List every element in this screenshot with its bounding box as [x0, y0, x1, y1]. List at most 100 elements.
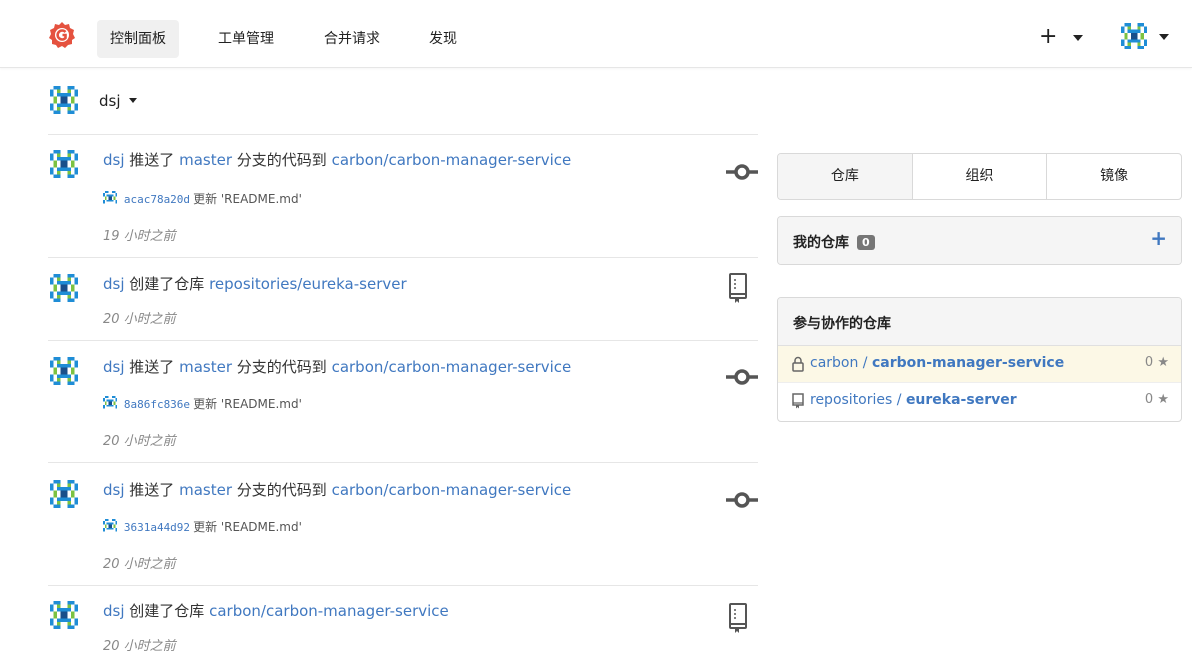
nav-dashboard[interactable]: 控制面板 — [97, 20, 179, 58]
book-icon — [792, 393, 804, 409]
collab-repos-panel: 参与协作的仓库 carbon / carbon-manager-service … — [777, 297, 1182, 422]
feed-item: dsj 推送了 master 分支的代码到 carbon/carbon-mana… — [48, 480, 758, 580]
feed-title: dsj 推送了 master 分支的代码到 carbon/carbon-mana… — [103, 480, 571, 500]
user-avatar-icon[interactable] — [50, 150, 78, 178]
repo-tabs: 仓库 组织 镜像 — [777, 153, 1182, 200]
feed-repo-link[interactable]: repositories/eureka-server — [209, 275, 407, 293]
repo-count-badge: 0 — [857, 235, 875, 250]
feed-commit: acac78a20d 更新 'README.md' — [103, 190, 302, 209]
feed-user-link[interactable]: dsj — [103, 151, 125, 169]
nav-explore[interactable]: 发现 — [416, 20, 470, 58]
star-count-value: 0 — [1144, 392, 1154, 407]
repo-separator: / — [858, 355, 872, 371]
user-avatar-icon — [50, 86, 78, 114]
feed-commit: 8a86fc836e 更新 'README.md' — [103, 395, 302, 414]
feed-item: dsj 创建了仓库 repositories/eureka-server 20 … — [48, 273, 758, 334]
repo-icon — [729, 603, 747, 633]
repo-name-link[interactable]: carbon / carbon-manager-service — [810, 355, 1064, 371]
panel-header: 参与协作的仓库 — [778, 298, 1181, 346]
divider — [48, 134, 758, 135]
tab-organizations[interactable]: 组织 — [911, 154, 1047, 199]
tab-mirrors[interactable]: 镜像 — [1046, 154, 1181, 199]
chevron-down-icon[interactable] — [1073, 35, 1083, 41]
divider — [48, 585, 758, 586]
feed-user-link[interactable]: dsj — [103, 602, 125, 620]
feed-action-mid: 分支的代码到 — [236, 151, 327, 169]
repo-owner: repositories — [810, 392, 893, 408]
feed-title: dsj 创建了仓库 carbon/carbon-manager-service — [103, 601, 449, 621]
star-count-value: 0 — [1144, 355, 1154, 370]
commit-message: 更新 'README.md' — [193, 192, 302, 206]
feed-item: dsj 创建了仓库 carbon/carbon-manager-service … — [48, 601, 758, 661]
panel-header: 我的仓库 0 + — [778, 217, 1181, 264]
top-navbar: 控制面板 工单管理 合并请求 发现 + — [0, 0, 1192, 68]
feed-user-link[interactable]: dsj — [103, 358, 125, 376]
feed-branch-link[interactable]: master — [179, 151, 232, 169]
commit-message: 更新 'README.md' — [193, 520, 302, 534]
repo-separator: / — [892, 392, 906, 408]
feed-item: dsj 推送了 master 分支的代码到 carbon/carbon-mana… — [48, 357, 758, 457]
feed-action: 推送了 — [129, 151, 175, 169]
feed-time: 20 小时之前 — [103, 434, 176, 449]
my-repos-title: 我的仓库 — [793, 235, 849, 251]
commit-sha-link[interactable]: 8a86fc836e — [124, 398, 190, 411]
star-count: 0 ★ — [1145, 392, 1169, 407]
user-avatar-icon[interactable] — [50, 274, 78, 302]
feed-repo-link[interactable]: carbon/carbon-manager-service — [209, 602, 449, 620]
my-repos-panel: 我的仓库 0 + — [777, 216, 1182, 265]
user-avatar-icon[interactable] — [50, 601, 78, 629]
feed-action-mid: 分支的代码到 — [236, 481, 327, 499]
tab-repositories[interactable]: 仓库 — [778, 154, 912, 199]
create-new-button[interactable]: + — [1039, 26, 1057, 48]
feed-branch-link[interactable]: master — [179, 481, 232, 499]
user-avatar-icon[interactable] — [50, 357, 78, 385]
feed-time: 19 小时之前 — [103, 229, 176, 244]
divider — [48, 340, 758, 341]
feed-action: 创建了仓库 — [129, 275, 205, 293]
feed-action: 推送了 — [129, 358, 175, 376]
feed-user-link[interactable]: dsj — [103, 481, 125, 499]
divider — [48, 257, 758, 258]
feed-title: dsj 创建了仓库 repositories/eureka-server — [103, 274, 407, 294]
repo-list-item[interactable]: repositories / eureka-server 0 ★ — [778, 383, 1181, 420]
chevron-down-icon[interactable] — [129, 98, 137, 103]
divider — [48, 462, 758, 463]
repo-owner: carbon — [810, 355, 859, 371]
commit-sha-link[interactable]: 3631a44d92 — [124, 521, 190, 534]
star-count: 0 ★ — [1145, 355, 1169, 370]
feed-branch-link[interactable]: master — [179, 358, 232, 376]
feed-action: 推送了 — [129, 481, 175, 499]
user-avatar-icon[interactable] — [1121, 23, 1147, 49]
commit-icon — [726, 492, 758, 508]
feed-title: dsj 推送了 master 分支的代码到 carbon/carbon-mana… — [103, 357, 571, 377]
lock-icon — [792, 356, 804, 372]
feed-repo-link[interactable]: carbon/carbon-manager-service — [332, 358, 572, 376]
nav-pull-requests[interactable]: 合并请求 — [311, 20, 393, 58]
repo-icon — [729, 273, 747, 303]
user-avatar-icon — [103, 519, 117, 532]
chevron-down-icon[interactable] — [1159, 34, 1169, 40]
commit-sha-link[interactable]: acac78a20d — [124, 193, 190, 206]
add-repo-button[interactable]: + — [1150, 228, 1167, 248]
feed-time: 20 小时之前 — [103, 557, 176, 572]
feed-repo-link[interactable]: carbon/carbon-manager-service — [332, 151, 572, 169]
feed-time: 20 小时之前 — [103, 312, 176, 327]
user-avatar-icon — [103, 191, 117, 204]
feed-user-link[interactable]: dsj — [103, 275, 125, 293]
commit-message: 更新 'README.md' — [193, 397, 302, 411]
repo-name: eureka-server — [905, 392, 1017, 408]
feed-time: 20 小时之前 — [103, 639, 176, 654]
feed-title: dsj 推送了 master 分支的代码到 carbon/carbon-mana… — [103, 150, 571, 170]
user-avatar-icon — [103, 396, 117, 409]
star-icon: ★ — [1157, 392, 1169, 407]
feed-action: 创建了仓库 — [129, 602, 205, 620]
feed-repo-link[interactable]: carbon/carbon-manager-service — [332, 481, 572, 499]
context-username[interactable]: dsj — [99, 92, 121, 110]
nav-issues[interactable]: 工单管理 — [205, 20, 287, 58]
gitea-logo-icon[interactable] — [48, 21, 76, 49]
commit-icon — [726, 164, 758, 180]
repo-list-item[interactable]: carbon / carbon-manager-service 0 ★ — [778, 346, 1181, 383]
user-avatar-icon[interactable] — [50, 480, 78, 508]
repo-name-link[interactable]: repositories / eureka-server — [810, 392, 1017, 408]
feed-commit: 3631a44d92 更新 'README.md' — [103, 518, 302, 537]
